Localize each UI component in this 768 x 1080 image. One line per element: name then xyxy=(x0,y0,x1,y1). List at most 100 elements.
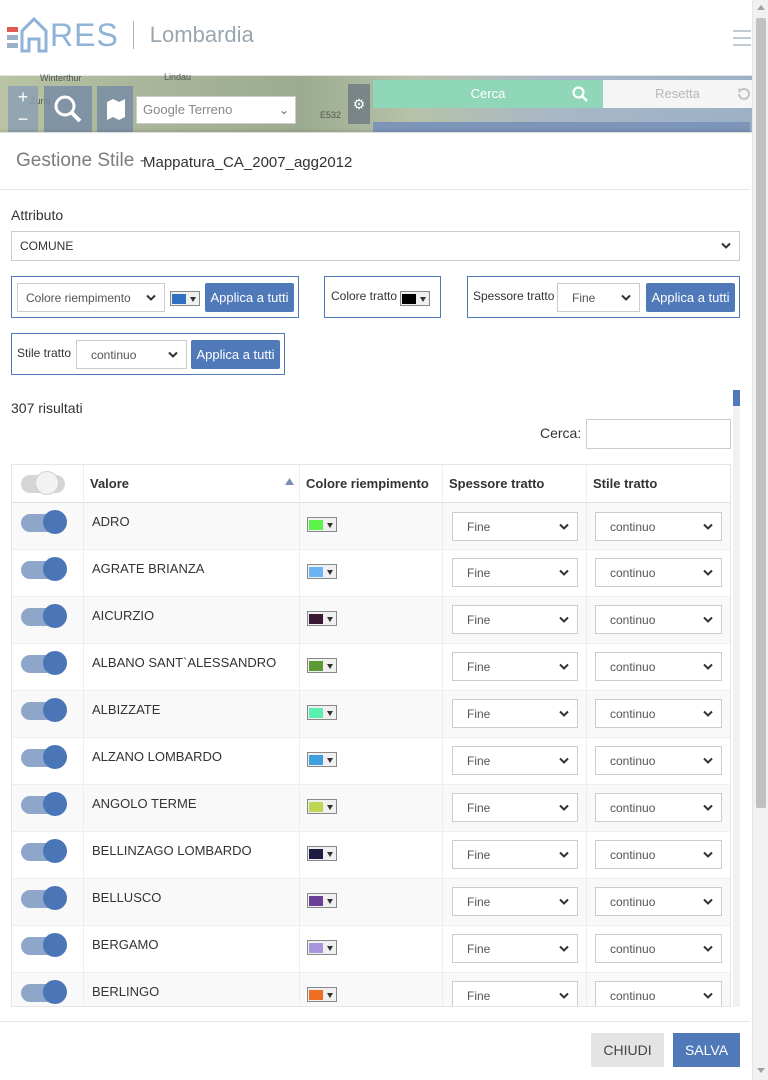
row-stroke-width-select[interactable]: Fine xyxy=(452,699,578,728)
zoom-in-button[interactable]: + xyxy=(8,86,38,108)
fill-mode-select[interactable]: Colore riempimento xyxy=(17,283,165,312)
row-stroke-style-select[interactable]: continuo xyxy=(595,746,722,775)
cell-divider xyxy=(442,691,443,738)
settings-gear-icon[interactable]: ⚙ xyxy=(348,84,370,124)
row-stroke-width-select[interactable]: Fine xyxy=(452,605,578,634)
stroke-color-swatch[interactable] xyxy=(400,291,430,306)
row-stroke-width-select[interactable]: Fine xyxy=(452,840,578,869)
toggle-all-switch[interactable] xyxy=(21,471,65,495)
row-stroke-style-select[interactable]: continuo xyxy=(595,981,722,1006)
fill-color-swatch[interactable] xyxy=(170,291,200,306)
row-stroke-width-select[interactable]: Fine xyxy=(452,793,578,822)
row-stroke-width-select[interactable]: Fine xyxy=(452,558,578,587)
zoom-area-button[interactable] xyxy=(44,86,92,132)
row-stroke-style-select[interactable]: continuo xyxy=(595,840,722,869)
table-scrollbar[interactable] xyxy=(733,390,740,1007)
row-stroke-style-value: continuo xyxy=(610,612,656,627)
color-chip xyxy=(309,990,323,1000)
page-scrollbar-thumb[interactable] xyxy=(756,18,766,808)
row-stroke-style-select[interactable]: continuo xyxy=(595,512,722,541)
column-header-spessore-tratto[interactable]: Spessore tratto xyxy=(442,465,586,503)
row-stroke-style-select[interactable]: continuo xyxy=(595,699,722,728)
map-search-button[interactable]: Cerca xyxy=(373,80,603,108)
apply-fill-all-button[interactable]: Applica a tutti xyxy=(205,283,294,312)
row-stroke-width-select[interactable]: Fine xyxy=(452,746,578,775)
cell-divider xyxy=(442,597,443,644)
row-stroke-width-select[interactable]: Fine xyxy=(452,934,578,963)
cell-divider xyxy=(83,550,84,597)
stroke-width-select[interactable]: Fine xyxy=(557,283,640,312)
row-visibility-switch[interactable] xyxy=(21,651,67,675)
row-fill-color-swatch[interactable] xyxy=(307,799,337,814)
row-visibility-switch[interactable] xyxy=(21,698,67,722)
basemap-select[interactable]: Google Terreno ⌄ xyxy=(136,96,296,124)
cell-divider xyxy=(299,926,300,973)
row-fill-color-swatch[interactable] xyxy=(307,658,337,673)
chevron-down-icon: ⌄ xyxy=(278,103,289,117)
scroll-down-arrow[interactable] xyxy=(757,1068,765,1073)
row-value: BELLUSCO xyxy=(92,890,162,905)
row-visibility-switch[interactable] xyxy=(21,510,67,534)
apply-style-all-button[interactable]: Applica a tutti xyxy=(191,340,280,369)
scroll-up-arrow[interactable] xyxy=(757,5,765,10)
row-fill-color-swatch[interactable] xyxy=(307,564,337,579)
column-header-stile-tratto[interactable]: Stile tratto xyxy=(586,465,730,503)
row-stroke-style-select[interactable]: continuo xyxy=(595,605,722,634)
row-stroke-style-select[interactable]: continuo xyxy=(595,793,722,822)
row-stroke-style-select[interactable]: continuo xyxy=(595,934,722,963)
table-scrollbar-thumb[interactable] xyxy=(733,390,740,406)
map-reset-button[interactable]: Resetta xyxy=(603,80,752,108)
row-fill-color-swatch[interactable] xyxy=(307,893,337,908)
sort-ascending-icon[interactable] xyxy=(285,478,294,485)
row-fill-color-swatch[interactable] xyxy=(307,846,337,861)
row-stroke-style-value: continuo xyxy=(610,800,656,815)
logo[interactable]: RES Lombardia xyxy=(7,15,254,55)
row-visibility-switch[interactable] xyxy=(21,933,67,957)
row-stroke-style-value: continuo xyxy=(610,753,656,768)
row-stroke-width-select[interactable]: Fine xyxy=(452,652,578,681)
row-visibility-switch[interactable] xyxy=(21,745,67,769)
dialog-title: Gestione Stile - xyxy=(16,150,146,171)
row-stroke-width-select[interactable]: Fine xyxy=(452,512,578,541)
row-visibility-switch[interactable] xyxy=(21,604,67,628)
chevron-down-icon xyxy=(559,992,569,999)
apply-width-all-button[interactable]: Applica a tutti xyxy=(646,283,735,312)
row-stroke-style-select[interactable]: continuo xyxy=(595,652,722,681)
stroke-style-select[interactable]: continuo xyxy=(76,340,187,369)
row-fill-color-swatch[interactable] xyxy=(307,611,337,626)
app-root: RES Lombardia Winterthur Lindau Zurig E5… xyxy=(0,0,768,1080)
column-header-colore-riempimento[interactable]: Colore riempimento xyxy=(299,465,443,503)
close-button[interactable]: CHIUDI xyxy=(591,1033,664,1067)
page-scrollbar[interactable] xyxy=(752,0,768,1080)
row-visibility-switch[interactable] xyxy=(21,886,67,910)
row-stroke-width-select[interactable]: Fine xyxy=(452,981,578,1006)
column-header-valore[interactable]: Valore xyxy=(83,465,299,503)
row-stroke-style-select[interactable]: continuo xyxy=(595,887,722,916)
switch-knob xyxy=(43,839,67,863)
stroke-style-panel: Stile tratto continuo Applica a tutti xyxy=(11,333,285,375)
row-stroke-style-select[interactable]: continuo xyxy=(595,558,722,587)
row-visibility-switch[interactable] xyxy=(21,980,67,1004)
save-button[interactable]: SALVA xyxy=(673,1033,740,1067)
row-fill-color-swatch[interactable] xyxy=(307,940,337,955)
map-icon xyxy=(107,99,125,120)
cell-divider xyxy=(299,879,300,926)
reset-icon[interactable] xyxy=(736,86,752,102)
zoom-out-button[interactable]: − xyxy=(8,108,38,130)
row-visibility-switch[interactable] xyxy=(21,792,67,816)
row-stroke-width-select[interactable]: Fine xyxy=(452,887,578,916)
attribute-select[interactable]: COMUNE xyxy=(11,231,740,261)
cell-divider xyxy=(299,738,300,785)
chevron-down-icon xyxy=(327,899,333,904)
color-chip xyxy=(172,294,186,304)
row-fill-color-swatch[interactable] xyxy=(307,752,337,767)
row-visibility-switch[interactable] xyxy=(21,839,67,863)
basemap-button[interactable] xyxy=(97,86,133,132)
row-fill-color-swatch[interactable] xyxy=(307,987,337,1002)
menu-icon[interactable] xyxy=(733,30,751,46)
table-search-input[interactable] xyxy=(586,419,731,449)
row-fill-color-swatch[interactable] xyxy=(307,517,337,532)
basemap-select-value: Google Terreno xyxy=(143,102,233,117)
row-fill-color-swatch[interactable] xyxy=(307,705,337,720)
row-visibility-switch[interactable] xyxy=(21,557,67,581)
